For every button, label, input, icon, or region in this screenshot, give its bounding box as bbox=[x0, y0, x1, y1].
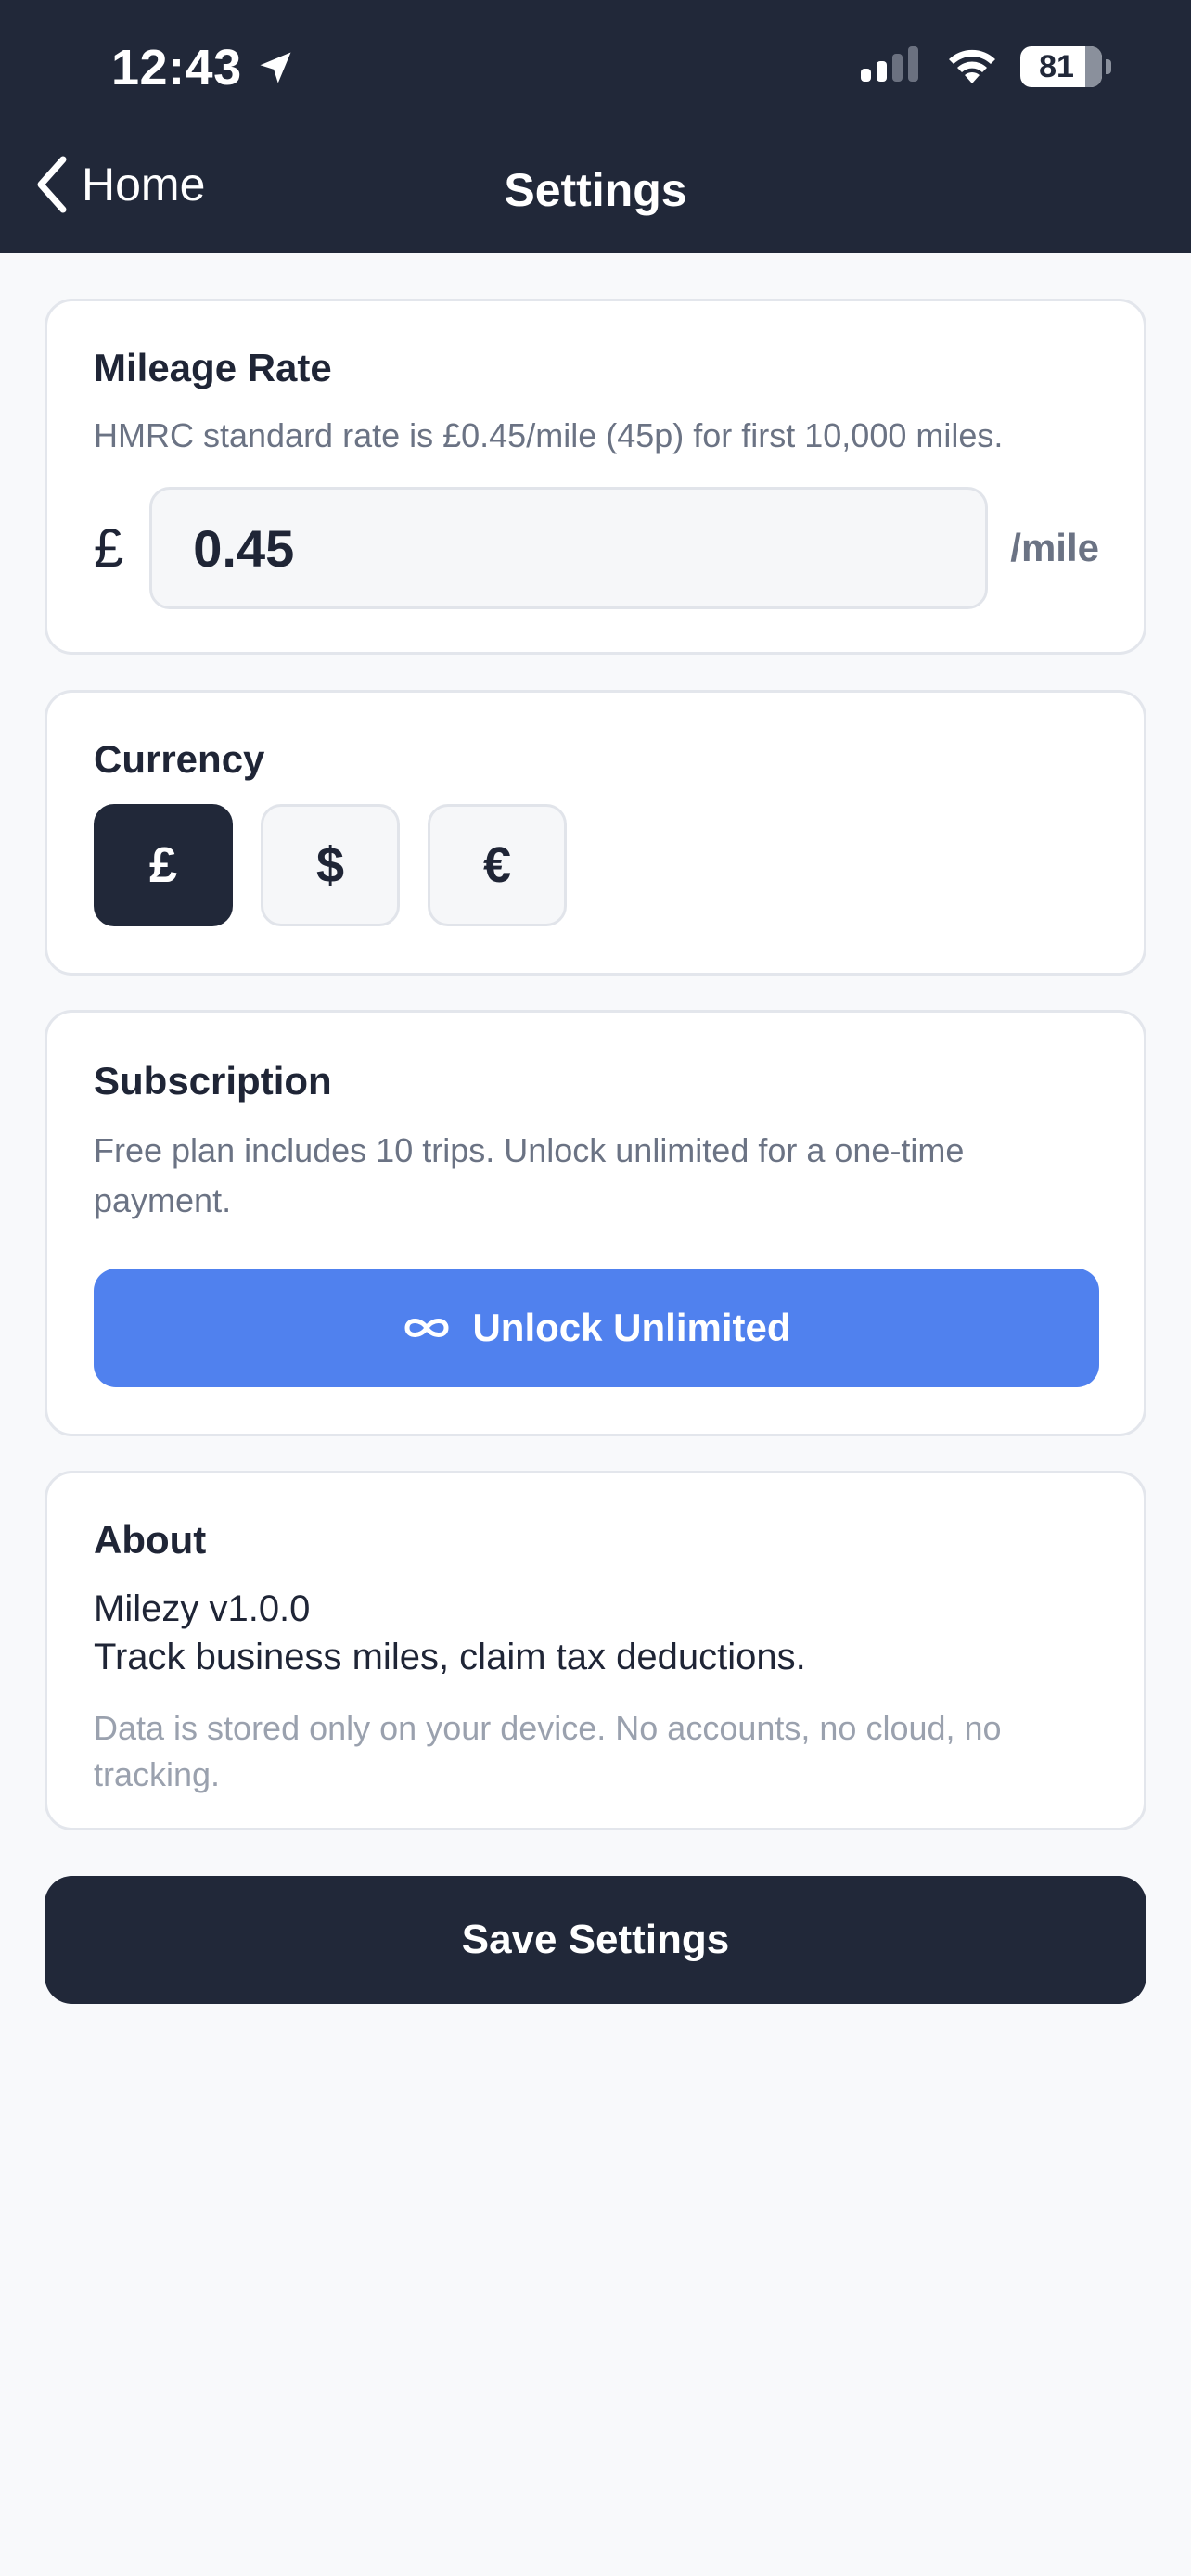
mileage-rate-card: Mileage Rate HMRC standard rate is £0.45… bbox=[45, 299, 1146, 655]
currency-options: £ $ € bbox=[94, 804, 567, 926]
about-card: About Milezy v1.0.0 Track business miles… bbox=[45, 1471, 1146, 1830]
wifi-icon bbox=[949, 49, 995, 83]
unlock-unlimited-label: Unlock Unlimited bbox=[472, 1306, 791, 1349]
infinity-icon bbox=[404, 1319, 449, 1337]
privacy-note: Data is stored only on your device. No a… bbox=[94, 1709, 1002, 1793]
mileage-rate-unit: /mile bbox=[1010, 526, 1099, 569]
subscription-card: Subscription Free plan includes 10 trips… bbox=[45, 1010, 1146, 1436]
battery-indicator: 81 bbox=[1020, 46, 1111, 87]
status-time-label: 12:43 bbox=[111, 40, 242, 96]
battery-level: 81 bbox=[1039, 48, 1074, 84]
unlock-unlimited-button[interactable]: Unlock Unlimited bbox=[94, 1269, 1099, 1387]
mileage-rate-title: Mileage Rate bbox=[94, 346, 332, 389]
location-arrow-icon bbox=[260, 52, 291, 83]
status-icons: 81 bbox=[859, 46, 1111, 87]
app-version: Milezy v1.0.0 bbox=[94, 1588, 311, 1629]
mileage-rate-helper: HMRC standard rate is £0.45/mile (45p) f… bbox=[94, 416, 1004, 454]
top-bar: 12:43 81 Home Settings bbox=[0, 0, 1191, 253]
currency-symbol: £ bbox=[94, 517, 124, 579]
subscription-helper: Free plan includes 10 trips. Unlock unli… bbox=[94, 1131, 965, 1219]
subscription-title: Subscription bbox=[94, 1059, 332, 1103]
currency-title: Currency bbox=[94, 737, 265, 781]
currency-option-usd[interactable]: $ bbox=[261, 804, 400, 926]
cellular-signal-icon bbox=[861, 46, 918, 82]
app-tagline: Track business miles, claim tax deductio… bbox=[94, 1637, 806, 1677]
save-settings-label: Save Settings bbox=[461, 1917, 730, 1962]
save-settings-button[interactable]: Save Settings bbox=[45, 1876, 1146, 2004]
currency-option-gbp[interactable]: £ bbox=[94, 804, 233, 926]
page-title: Settings bbox=[504, 164, 687, 216]
mileage-rate-input[interactable] bbox=[149, 487, 989, 609]
about-title: About bbox=[94, 1518, 207, 1562]
mileage-rate-row: £ /mile bbox=[94, 487, 1099, 609]
currency-option-eur[interactable]: € bbox=[428, 804, 567, 926]
currency-card: Currency £ $ € bbox=[45, 690, 1146, 976]
status-time: 12:43 bbox=[111, 39, 296, 96]
